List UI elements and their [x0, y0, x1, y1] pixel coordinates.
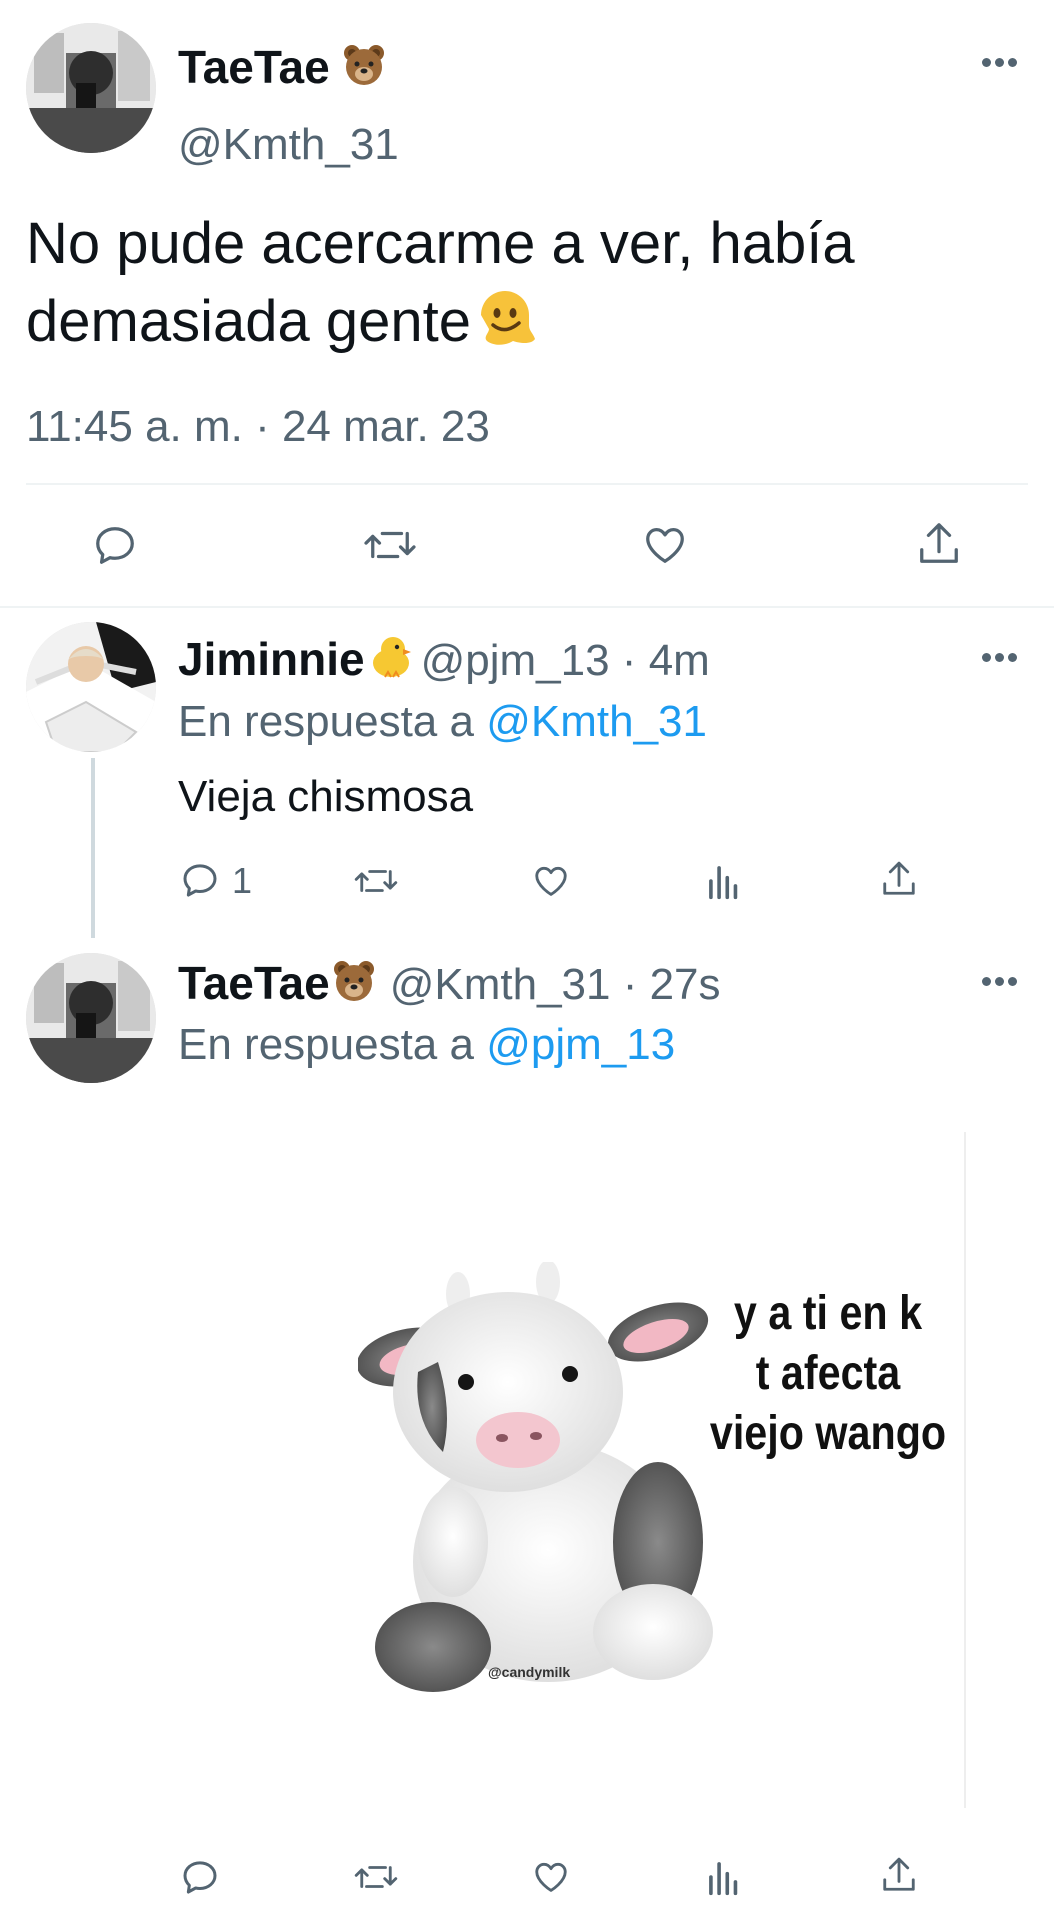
tweet-text: No pude acercarme a ver, había demasiada…	[26, 205, 1026, 369]
retweet-icon[interactable]	[352, 1856, 400, 1898]
like-icon[interactable]	[530, 1856, 572, 1898]
tweet-text-line-1: No pude acercarme a ver, había	[26, 211, 855, 276]
reply-header: Jiminnie @pjm_13 · 4m	[178, 632, 710, 686]
meme-caption-line-2: t afecta	[755, 1347, 901, 1400]
replying-to-prefix: En respuesta a	[178, 697, 474, 746]
author-name-row[interactable]: TaeTae	[178, 40, 386, 98]
chick-emoji	[367, 633, 415, 684]
attached-image[interactable]: @candymilk y a ti en k t afecta viejo wa…	[178, 1132, 966, 1808]
divider	[26, 483, 1028, 485]
author-name[interactable]: TaeTae	[178, 957, 330, 1009]
meme-caption-line-3: viejo wango	[709, 1407, 947, 1460]
more-options-icon[interactable]	[982, 653, 1018, 665]
retweet-icon[interactable]	[352, 860, 400, 902]
avatar[interactable]	[26, 23, 156, 153]
like-icon[interactable]	[530, 860, 572, 902]
replying-to-mention[interactable]: @Kmth_31	[486, 697, 707, 746]
meme-caption-line-1: y a ti en k	[733, 1287, 923, 1340]
replying-to: En respuesta a @Kmth_31	[178, 697, 707, 747]
share-icon[interactable]	[914, 518, 964, 570]
author-handle[interactable]: @Kmth_31	[178, 120, 399, 170]
bear-emoji	[342, 43, 386, 98]
author-name: TaeTae	[178, 41, 330, 93]
more-options-icon[interactable]	[982, 977, 1018, 989]
reply-text: Vieja chismosa	[178, 772, 474, 821]
replying-to-mention[interactable]: @pjm_13	[486, 1020, 675, 1069]
cow-plush-illustration	[358, 1262, 713, 1692]
author-handle-time[interactable]: @pjm_13 · 4m	[421, 636, 710, 685]
reply-header: TaeTae @Kmth_31 · 27s	[178, 956, 721, 1010]
analytics-icon[interactable]	[706, 860, 742, 902]
retweet-icon[interactable]	[362, 520, 418, 570]
avatar[interactable]	[26, 622, 156, 752]
tweet-text-line-2: demasiada gente	[26, 283, 1026, 369]
analytics-icon[interactable]	[706, 1856, 742, 1898]
bear-emoji	[332, 959, 376, 1008]
author-name[interactable]: Jiminnie	[178, 633, 365, 685]
avatar[interactable]	[26, 953, 156, 1083]
tweet-timestamp[interactable]: 11:45 a. m. · 24 mar. 23	[26, 402, 490, 452]
melting-face-emoji	[473, 285, 537, 369]
reply-icon[interactable]	[178, 858, 222, 902]
reply-icon[interactable]	[178, 1855, 222, 1899]
reply-count: 1	[232, 860, 253, 901]
image-watermark: @candymilk	[488, 1664, 571, 1680]
like-icon[interactable]	[640, 520, 690, 570]
replying-to: En respuesta a @pjm_13	[178, 1020, 675, 1070]
more-options-icon[interactable]	[982, 58, 1018, 70]
share-icon[interactable]	[878, 1852, 920, 1898]
image-edge	[964, 1132, 966, 1808]
section-divider	[0, 606, 1054, 608]
share-icon[interactable]	[878, 856, 920, 902]
meme-caption: y a ti en k t afecta viejo wango	[699, 1284, 957, 1464]
reply-icon[interactable]	[90, 520, 140, 570]
author-handle-time[interactable]: @Kmth_31 · 27s	[390, 960, 721, 1009]
tweet-text-line-2-text: demasiada gente	[26, 289, 471, 354]
thread-line	[91, 758, 95, 938]
replying-to-prefix: En respuesta a	[178, 1020, 474, 1069]
